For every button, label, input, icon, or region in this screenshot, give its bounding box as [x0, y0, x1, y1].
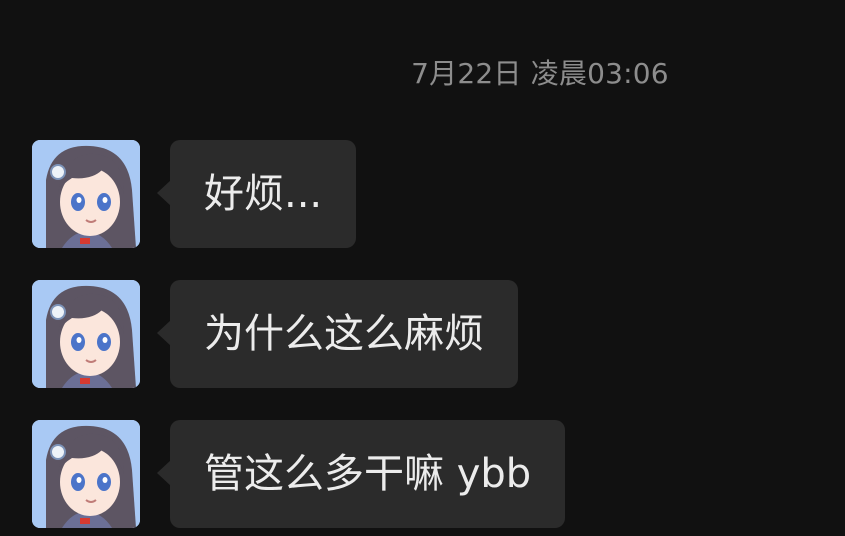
message-text: 好烦... [204, 171, 323, 217]
message-timestamp: 7月22日 凌晨03:06 [411, 57, 669, 90]
avatar[interactable] [32, 140, 140, 248]
avatar-image [32, 420, 140, 528]
message-bubble[interactable]: 管这么多干嘛 ybb [157, 420, 566, 528]
message-bubble[interactable]: 好烦... [157, 140, 357, 248]
message-bubble[interactable]: 为什么这么麻烦 [157, 280, 518, 388]
bubble-tail [157, 460, 171, 486]
avatar-image [32, 140, 140, 248]
avatar[interactable] [32, 420, 140, 528]
message-text: 为什么这么麻烦 [204, 311, 484, 357]
avatar[interactable] [32, 280, 140, 388]
message-text: 管这么多干嘛 ybb [204, 451, 532, 497]
avatar-image [32, 280, 140, 388]
bubble-tail [157, 180, 171, 206]
bubble-tail [157, 320, 171, 346]
chat-screen: 7月22日 凌晨03:06 好烦... 为什么这么麻烦 管这么多干嘛 ybb [0, 0, 845, 536]
